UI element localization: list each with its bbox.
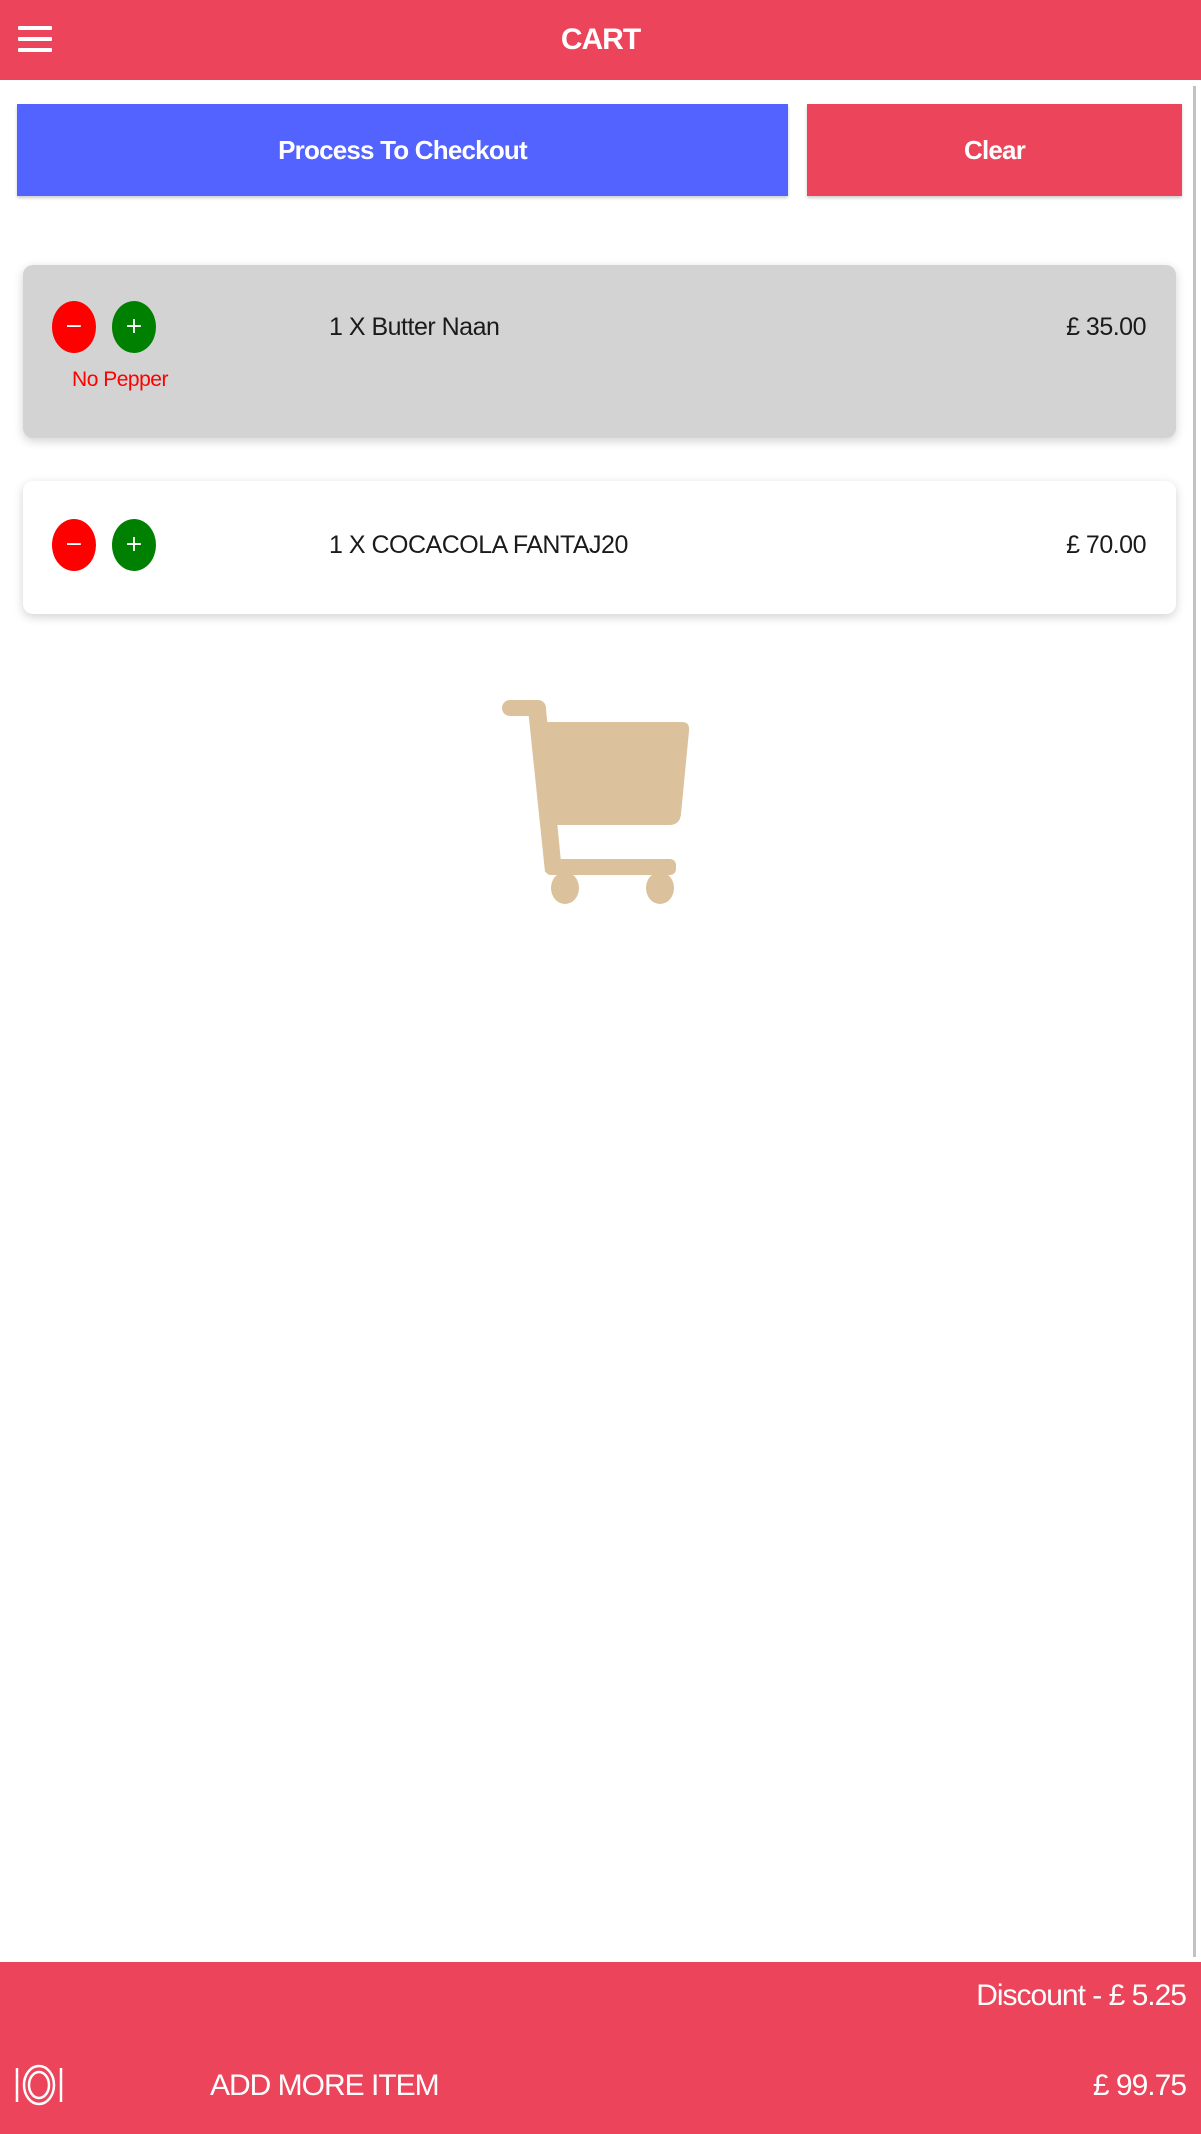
increase-quantity-button[interactable]: + [112,519,156,571]
clear-cart-button[interactable]: Clear [807,104,1182,196]
plate-cutlery-icon[interactable] [14,2064,64,2106]
item-name: 1 X COCACOLA FANTAJ20 [329,531,628,559]
decrease-quantity-button[interactable]: − [52,519,96,571]
discount-amount: Discount - £ 5.25 [976,1979,1187,2012]
item-price: £ 70.00 [1066,531,1146,559]
scrollbar[interactable] [1193,86,1196,1957]
page-title: CART [560,23,641,56]
app-header: CART [0,0,1201,80]
cart-item-row: − + No Pepper 1 X Butter Naan £ 35.00 [23,265,1176,438]
decrease-quantity-button[interactable]: − [52,301,96,353]
order-summary-bar: Discount - £ 5.25 ADD MORE ITEM £ 99.75 [0,1962,1201,2134]
order-total: £ 99.75 [1092,2069,1187,2102]
process-to-checkout-button[interactable]: Process To Checkout [17,104,788,196]
cart-item-row: − + 1 X COCACOLA FANTAJ20 £ 70.00 [23,481,1176,614]
item-price: £ 35.00 [1066,313,1146,341]
shopping-cart-icon [502,700,690,904]
add-more-item-button[interactable]: ADD MORE ITEM [210,2064,440,2108]
item-note: No Pepper [72,368,168,391]
item-name: 1 X Butter Naan [329,313,500,341]
increase-quantity-button[interactable]: + [112,301,156,353]
